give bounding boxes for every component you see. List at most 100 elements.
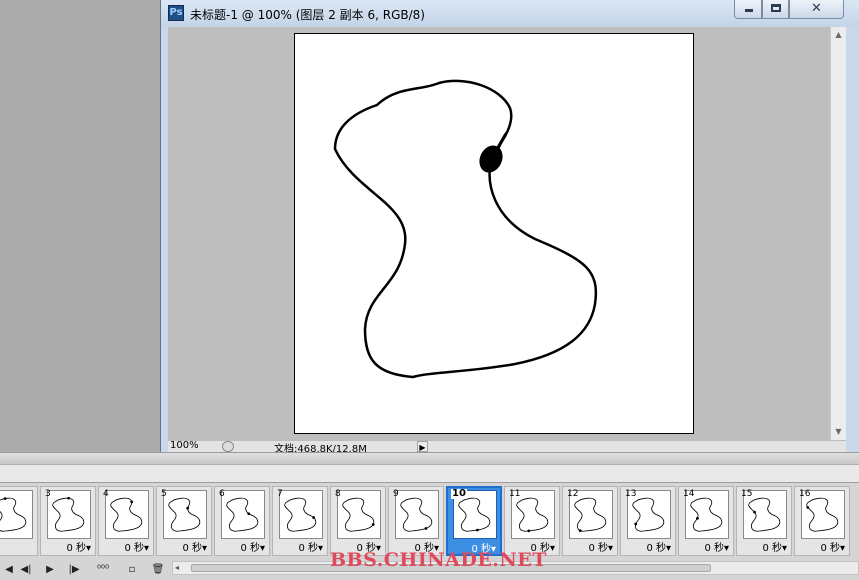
canvas-drawing — [333, 79, 598, 379]
frame-number: 15 — [741, 489, 753, 499]
thumbnail-curve — [400, 497, 433, 532]
status-bar: 100% 文档:468.8K/12.8M ▶ — [168, 440, 846, 452]
animation-frame[interactable] — [0, 486, 38, 556]
animation-frame[interactable]: 14 0 秒▾ — [678, 486, 734, 556]
brush-dot — [479, 145, 503, 173]
maximize-button[interactable] — [762, 0, 789, 19]
scroll-down-icon[interactable]: ▼ — [833, 427, 844, 437]
frame-thumbnail-drawing — [342, 497, 375, 532]
thumbnail-brush-dot — [3, 497, 7, 500]
tween-icon[interactable]: ⁰⁰⁰ — [92, 563, 114, 576]
thumbnail-brush-dot — [312, 516, 315, 519]
previous-frame-icon[interactable]: ◀| — [16, 563, 36, 576]
status-info-button[interactable] — [222, 441, 234, 452]
frame-thumbnail — [0, 490, 33, 539]
canvas-workspace[interactable] — [168, 27, 830, 440]
vertical-scrollbar[interactable]: ▲ ▼ — [830, 27, 846, 440]
frame-number: 10 — [451, 488, 467, 499]
minimize-button[interactable] — [734, 0, 762, 19]
thumbnail-curve — [806, 497, 839, 532]
thumbnail-curve — [284, 497, 317, 532]
frame-number: 12 — [567, 489, 579, 499]
frame-number: 9 — [393, 489, 399, 499]
frame-number: 6 — [219, 489, 225, 499]
frame-number: 3 — [45, 489, 51, 499]
animation-frame[interactable]: 15 0 秒▾ — [736, 486, 792, 556]
panel-header[interactable] — [0, 453, 859, 465]
animation-frame[interactable]: 7 0 秒▾ — [272, 486, 328, 556]
frame-number: 16 — [799, 489, 811, 499]
photoshop-icon: Ps — [168, 5, 184, 21]
closed-curve-path — [333, 79, 598, 379]
animation-frame[interactable]: 10 0 秒▾ — [446, 486, 502, 556]
thumbnail-brush-dot — [247, 512, 251, 516]
thumbnail-curve — [226, 497, 259, 532]
brush-tail — [496, 127, 510, 150]
frame-number: 5 — [161, 489, 167, 499]
animation-frame[interactable]: 12 0 秒▾ — [562, 486, 618, 556]
minimize-icon — [745, 9, 753, 12]
animation-frame[interactable]: 90 秒▾ — [388, 486, 444, 556]
frame-delay-dropdown[interactable]: 0 秒▾ — [99, 543, 153, 555]
frame-thumbnail — [337, 490, 381, 539]
animation-frame[interactable]: 13 0 秒▾ — [620, 486, 676, 556]
thumbnail-curve — [458, 497, 491, 532]
animation-frame[interactable]: 4 0 秒▾ — [98, 486, 154, 556]
frame-delay-dropdown[interactable]: 0 秒▾ — [215, 543, 269, 555]
thumbnail-curve — [168, 497, 201, 532]
frame-number: 8 — [335, 489, 341, 499]
frame-thumbnail — [105, 490, 149, 539]
thumbnail-curve — [110, 497, 143, 532]
frame-thumbnail-drawing — [284, 497, 317, 532]
animation-frame[interactable]: 5 0 秒▾ — [156, 486, 212, 556]
animation-frame[interactable]: 16 0 秒▾ — [794, 486, 850, 556]
frame-delay-dropdown[interactable]: 0 秒▾ — [273, 543, 327, 555]
zoom-level[interactable]: 100% — [170, 441, 199, 451]
frame-delay-dropdown[interactable]: 0 秒▾ — [157, 543, 211, 555]
document-canvas[interactable] — [294, 33, 694, 434]
scroll-left-icon[interactable]: ◂ — [175, 562, 179, 574]
frame-thumbnail — [163, 490, 207, 539]
scroll-up-icon[interactable]: ▲ — [833, 30, 844, 40]
frame-number: 7 — [277, 489, 283, 499]
title-bar[interactable]: Ps 未标题-1 @ 100% (图层 2 副本 6, RGB/8) ✕ — [161, 0, 859, 27]
frame-number: 14 — [683, 489, 695, 499]
frame-delay-dropdown[interactable]: 0 秒▾ — [563, 543, 617, 555]
thumbnail-brush-dot — [696, 516, 699, 520]
frame-thumbnail-drawing — [226, 497, 259, 532]
frame-number: 4 — [103, 489, 109, 499]
frame-delay-dropdown[interactable]: 0 秒▾ — [621, 543, 675, 555]
new-frame-icon[interactable]: ▫ — [124, 563, 140, 576]
thumbnail-brush-dot — [753, 510, 756, 514]
frame-delay-dropdown[interactable]: 0 秒▾ — [737, 543, 791, 555]
thumbnail-brush-dot — [578, 529, 582, 532]
document-size: 文档:468.8K/12.8M — [274, 444, 367, 452]
thumbnail-brush-dot — [634, 522, 638, 526]
thumbnail-brush-dot — [67, 496, 71, 500]
play-icon[interactable]: ▶ — [42, 563, 58, 576]
animation-frame[interactable]: 3 0 秒▾ — [40, 486, 96, 556]
animation-frame[interactable]: 80 秒▾ — [330, 486, 386, 556]
frame-delay-dropdown[interactable]: 0 秒▾ — [41, 543, 95, 555]
trash-icon[interactable]: 🗑 — [150, 563, 166, 576]
status-menu-arrow-icon[interactable]: ▶ — [417, 441, 428, 452]
close-button[interactable]: ✕ — [789, 0, 844, 19]
close-icon: ✕ — [811, 1, 822, 16]
frame-delay-dropdown[interactable]: 0 秒▾ — [795, 543, 849, 555]
thumbnail-brush-dot — [527, 529, 531, 533]
window-title: 未标题-1 @ 100% (图层 2 副本 6, RGB/8) — [190, 8, 425, 22]
animation-frame[interactable]: 11 0 秒▾ — [504, 486, 560, 556]
next-frame-icon[interactable]: |▶ — [64, 563, 84, 576]
frame-thumbnail-drawing — [168, 497, 201, 532]
frame-delay-dropdown[interactable]: 0 秒▾ — [679, 543, 733, 555]
animation-frame[interactable]: 6 0 秒▾ — [214, 486, 270, 556]
frame-thumbnail-drawing — [110, 497, 143, 532]
thumbnail-brush-dot — [130, 500, 134, 504]
thumbnail-curve — [342, 497, 375, 532]
document-window: Ps 未标题-1 @ 100% (图层 2 副本 6, RGB/8) ✕ ▲ ▼… — [160, 0, 859, 452]
first-frame-icon[interactable]: ◀ — [4, 563, 14, 576]
thumbnail-brush-dot — [371, 523, 375, 526]
frame-thumbnail — [395, 490, 439, 539]
thumbnail-brush-dot — [806, 506, 810, 509]
thumbnail-curve — [516, 497, 549, 532]
